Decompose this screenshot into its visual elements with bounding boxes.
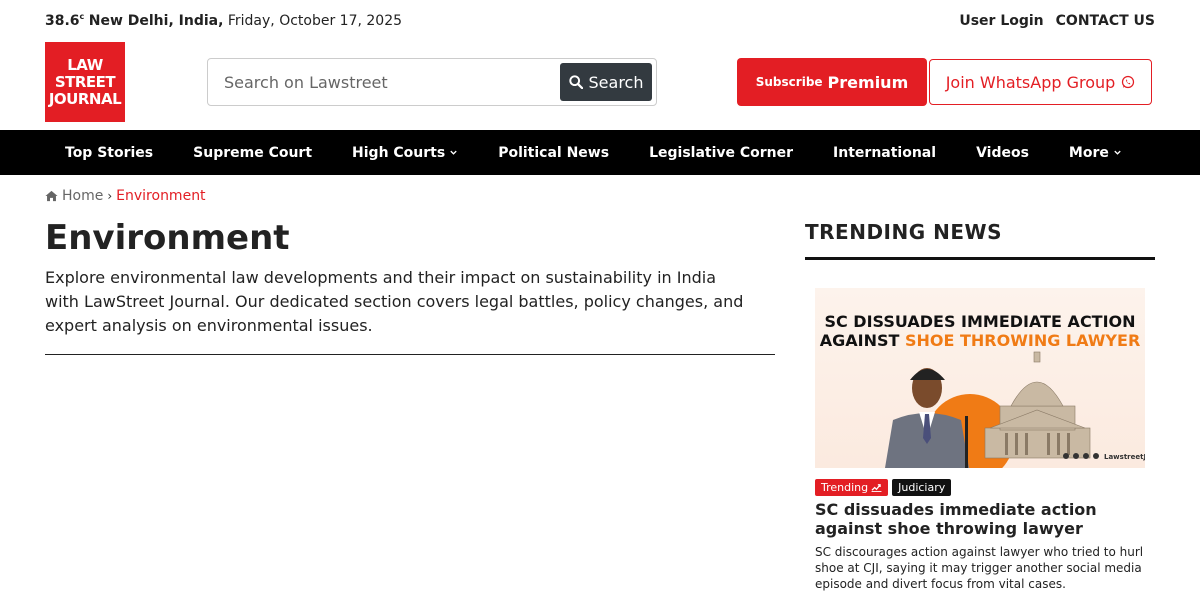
breadcrumb-home[interactable]: Home — [45, 188, 103, 204]
page-description: Explore environmental law developments a… — [45, 268, 744, 335]
nav-political-news[interactable]: Political News — [478, 130, 629, 175]
location: New Delhi, India, — [88, 13, 224, 29]
search-box: Search — [207, 58, 657, 106]
search-icon — [568, 75, 583, 89]
home-icon — [45, 190, 58, 202]
trending-tag[interactable]: Trending — [815, 479, 889, 496]
image-handle: LawstreetJ — [1104, 453, 1145, 461]
contact-us-link[interactable]: CONTACT US — [1056, 13, 1155, 29]
page-title: Environment — [45, 218, 290, 258]
weather-info: 38.6c New Delhi, India, Friday, October … — [45, 12, 403, 29]
breadcrumb-separator-icon: › — [107, 189, 113, 203]
divider — [45, 354, 775, 355]
nav-supreme-court[interactable]: Supreme Court — [173, 130, 332, 175]
nav-more[interactable]: More — [1049, 130, 1142, 175]
site-logo[interactable]: LAW STREET JOURNAL — [45, 42, 125, 122]
nav-top-stories[interactable]: Top Stories — [45, 130, 173, 175]
chevron-down-icon — [450, 150, 457, 155]
whatsapp-icon — [1122, 75, 1135, 89]
join-whatsapp-button[interactable]: Join WhatsApp Group — [929, 59, 1152, 105]
nav-legislative-corner[interactable]: Legislative Corner — [629, 130, 813, 175]
subscribe-premium-button[interactable]: Subscribe Premium — [737, 58, 927, 106]
current-date: Friday, October 17, 2025 — [227, 13, 403, 29]
main-nav: Top Stories Supreme Court High Courts Po… — [0, 130, 1200, 175]
chevron-down-icon — [1114, 150, 1121, 155]
top-links: User Login CONTACT US — [959, 13, 1155, 29]
trending-story-headline[interactable]: SC dissuades immediate action against sh… — [815, 500, 1145, 538]
nav-high-courts[interactable]: High Courts — [332, 130, 478, 175]
search-button-label: Search — [588, 72, 644, 92]
trending-story-image[interactable]: SC DISSUADES IMMEDIATE ACTION AGAINST SH… — [815, 288, 1145, 468]
nav-international[interactable]: International — [813, 130, 956, 175]
subscribe-prefix: Subscribe — [755, 75, 823, 89]
trending-news-heading: TRENDING NEWS — [805, 220, 1002, 244]
category-tag[interactable]: Judiciary — [892, 479, 952, 496]
search-button[interactable]: Search — [560, 63, 652, 101]
trending-story-summary: SC discourages action against lawyer who… — [815, 545, 1144, 591]
trending-chart-icon — [871, 484, 882, 492]
search-input[interactable] — [224, 72, 554, 92]
top-bar: 38.6c New Delhi, India, Friday, October … — [45, 10, 1155, 32]
nav-videos[interactable]: Videos — [956, 130, 1049, 175]
user-login-link[interactable]: User Login — [959, 13, 1043, 29]
story-tags: Trending Judiciary — [815, 479, 952, 496]
trending-divider — [805, 257, 1155, 260]
subscribe-label: Premium — [827, 72, 909, 92]
image-illustration: LawstreetJ — [885, 351, 1145, 468]
breadcrumb: Home › Environment — [45, 188, 206, 204]
breadcrumb-current[interactable]: Environment — [116, 188, 205, 204]
temperature: 38.6c — [45, 12, 85, 29]
whatsapp-label: Join WhatsApp Group — [945, 72, 1116, 92]
